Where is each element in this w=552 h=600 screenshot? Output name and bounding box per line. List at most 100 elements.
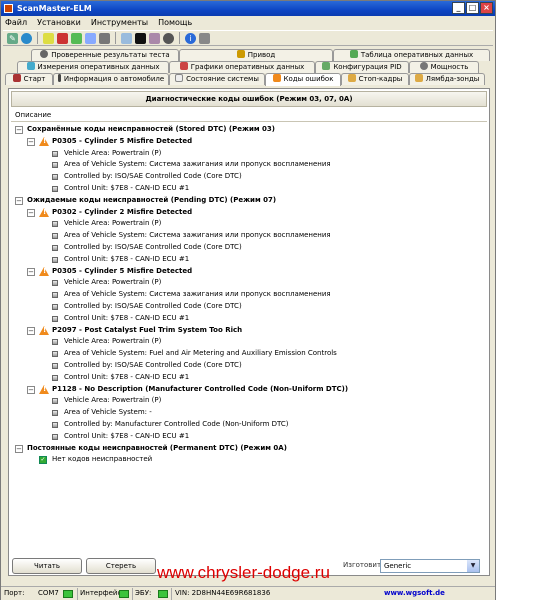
exit-icon[interactable] [199,32,210,44]
close-button[interactable]: × [480,2,493,14]
collapse-icon[interactable]: − [27,208,35,217]
detail-icon [52,244,58,251]
dtc-title: P0302 - Cylinder 2 Misfire Detected [52,207,193,216]
interface-status-led [119,590,129,598]
connect-icon[interactable] [43,32,54,44]
image-icon[interactable] [85,32,96,44]
tree-section-permanent[interactable]: − Постоянные коды неисправностей (Perman… [15,443,485,455]
tab-label: Коды ошибок [283,75,334,83]
tab-freeze-frames[interactable]: Стоп-кадры [341,73,409,85]
detail-text: Area of Vehicle System: Система зажигани… [64,160,331,169]
collapse-icon[interactable]: − [27,326,35,335]
tab-pid-config[interactable]: Конфигурация PID [315,61,409,73]
tab-live-graphs[interactable]: Графики оперативных данных [169,61,315,73]
dtc-detail: Controlled by: ISO/SAE Controlled Code (… [15,360,485,372]
website-link[interactable]: www.wgsoft.de [384,587,445,600]
collapse-icon[interactable]: − [15,444,23,453]
gauge-icon [26,62,35,70]
collapse-icon[interactable]: − [15,196,23,205]
tree-section-pending[interactable]: − Ожидаемые коды неисправностей (Pending… [15,195,485,207]
vin-text: VIN: 2D8HN44E69R681836 [175,589,271,597]
detail-icon [52,280,58,287]
dtc-detail: Controlled by: ISO/SAE Controlled Code (… [15,301,485,313]
status-icon [175,74,184,82]
gear-icon [40,50,49,58]
dtc-detail: Control Unit: $7E8 - CAN-ID ECU #1 [15,313,485,325]
calc-icon[interactable] [99,32,110,44]
detail-icon [52,339,58,346]
dtc-detail: Area of Vehicle System: Система зажигани… [15,230,485,242]
monitor-icon[interactable] [121,32,132,44]
tab-lambda-sensors[interactable]: Лямбда-зонды [409,73,485,85]
collapse-icon[interactable]: − [27,137,35,146]
detail-text: Controlled by: Manufacturer Controlled C… [64,419,289,428]
tree-section-stored[interactable]: − Сохранённые коды неисправностей (Store… [15,124,485,136]
config-icon [322,62,331,70]
collapse-icon[interactable]: − [15,126,23,134]
status-separator [171,588,172,600]
toolbar: ✎ i [3,30,493,46]
dtc-item[interactable]: − P2097 - Post Catalyst Fuel Trim System… [15,325,485,337]
detail-icon [52,398,58,405]
column-header-description[interactable]: Описание [11,109,487,122]
menu-help[interactable]: Помощь [158,16,192,29]
menu-tools[interactable]: Инструменты [91,16,148,29]
app-window: ScanMaster-ELM _ □ × Файл Установки Инст… [0,0,496,600]
terminal-icon[interactable] [135,32,146,44]
info-icon[interactable]: i [185,32,196,44]
tab-row-2: Измерения оперативных данных Графики опе… [3,61,493,73]
graph-icon[interactable] [57,32,68,44]
maximize-button[interactable]: □ [466,2,479,14]
tab-power[interactable]: Мощность [409,61,479,73]
section-header: Сохранённые коды неисправностей (Stored … [27,125,275,133]
dtc-item[interactable]: − P0305 - Cylinder 5 Misfire Detected [15,136,485,148]
dtc-detail: Vehicle Area: Powertrain (P) [15,218,485,230]
dtc-item[interactable]: − P1128 - No Description (Manufacturer C… [15,384,485,396]
tab-start[interactable]: Старт [5,73,53,85]
section-header: Постоянные коды неисправностей (Permanen… [27,443,287,452]
menu-bar: Файл Установки Инструменты Помощь [1,16,495,29]
detail-text: Vehicle Area: Powertrain (P) [64,148,162,157]
status-separator [132,588,133,600]
read-button[interactable]: Читать [12,558,82,574]
dtc-detail: Control Unit: $7E8 - CAN-ID ECU #1 [15,431,485,443]
port-value: COM7 [38,589,59,597]
collapse-icon[interactable]: − [27,385,35,394]
detail-icon [52,421,58,428]
tab-label: Привод [247,51,276,59]
ecu-label: ЭБУ: [135,589,152,597]
power-icon [419,62,428,70]
chevron-down-icon[interactable]: ▼ [467,560,479,572]
menu-settings[interactable]: Установки [37,16,81,29]
globe-icon[interactable] [21,32,32,44]
dtc-item[interactable]: − P0302 - Cylinder 2 Misfire Detected [15,207,485,219]
collapse-icon[interactable]: − [27,267,35,276]
title-bar[interactable]: ScanMaster-ELM _ □ × [1,1,495,16]
port-status-led [63,590,73,598]
dtc-title: P0305 - Cylinder 5 Misfire Detected [52,136,193,145]
detail-icon [52,185,58,192]
menu-file[interactable]: Файл [5,16,27,29]
wrench-icon[interactable]: ✎ [7,32,18,44]
tab-live-measurements[interactable]: Измерения оперативных данных [17,61,169,73]
disk-icon[interactable] [163,32,174,44]
dtc-item[interactable]: − P0305 - Cylinder 5 Misfire Detected [15,266,485,278]
tab-test-results[interactable]: Проверенные результаты теста [31,49,179,61]
tab-system-status[interactable]: Состояние системы [169,73,265,85]
tab-live-table[interactable]: Таблица оперативных данных [333,49,490,61]
tab-vehicle-info[interactable]: Информация о автомобиле [53,73,169,85]
minimize-button[interactable]: _ [452,2,465,14]
dtc-detail: Controlled by: ISO/SAE Controlled Code (… [15,242,485,254]
port-label: Порт: [4,589,25,597]
tab-drive[interactable]: Привод [179,49,333,61]
tab-error-codes[interactable]: Коды ошибок [265,73,341,86]
car-icon[interactable] [149,32,160,44]
tiles-icon[interactable] [71,32,82,44]
detail-text: Control Unit: $7E8 - CAN-ID ECU #1 [64,372,190,381]
detail-icon [52,410,58,417]
tab-row-1: Проверенные результаты теста Привод Табл… [3,49,493,61]
interface-label: Интерфейс [80,589,122,597]
detail-icon [52,292,58,299]
manufacturer-select[interactable]: Generic ▼ [380,559,480,573]
clear-button[interactable]: Стереть [86,558,156,574]
